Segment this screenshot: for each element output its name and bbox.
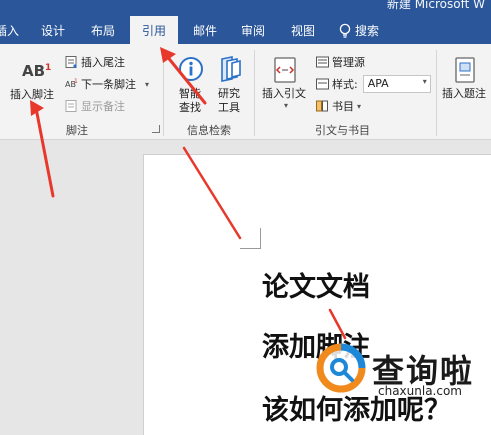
ribbon-tab-bar: 新建 Microsoft W 插入 设计 布局 引用 邮件 审阅 视图 搜索 bbox=[0, 0, 491, 44]
researcher-label: 研究 工具 bbox=[218, 87, 240, 114]
info-icon bbox=[179, 57, 203, 81]
manage-sources-button[interactable]: 管理源 bbox=[316, 54, 365, 70]
chevron-down-icon: ▾ bbox=[357, 101, 362, 111]
insert-endnote-button[interactable]: 插入尾注 bbox=[65, 54, 125, 70]
chevron-down-icon: ▾ bbox=[422, 77, 427, 86]
tab-view[interactable]: 视图 bbox=[280, 18, 326, 44]
insert-caption-label: 插入题注 bbox=[442, 87, 486, 100]
group-separator bbox=[163, 50, 164, 136]
style-icon bbox=[316, 78, 329, 90]
show-notes-button[interactable]: 显示备注 bbox=[65, 98, 125, 114]
endnote-icon bbox=[65, 56, 77, 68]
watermark-logo-icon bbox=[316, 343, 366, 393]
chevron-down-icon: ▾ bbox=[284, 101, 289, 110]
show-notes-icon bbox=[65, 100, 77, 112]
tab-insert[interactable]: 插入 bbox=[0, 18, 22, 44]
window-title: 新建 Microsoft W bbox=[386, 0, 485, 11]
insert-citation-label: 插入引文 bbox=[262, 87, 306, 100]
page-margin-corner-mark bbox=[240, 228, 261, 249]
insert-citation-button[interactable]: 插入引文 ▾ bbox=[260, 54, 312, 118]
insert-footnote-button[interactable]: AB1 插入脚注 bbox=[8, 56, 62, 104]
citation-icon bbox=[274, 57, 296, 83]
footnote-icon: AB1 bbox=[22, 62, 52, 80]
style-value: APA bbox=[367, 77, 389, 90]
tab-mailings[interactable]: 邮件 bbox=[182, 18, 228, 44]
group-separator bbox=[254, 50, 255, 136]
style-selector-row: 样式: APA ▾ bbox=[316, 75, 431, 93]
researcher-icon bbox=[221, 56, 241, 82]
tab-layout[interactable]: 布局 bbox=[80, 18, 126, 44]
tab-review[interactable]: 审阅 bbox=[230, 18, 276, 44]
next-footnote-label: 下一条脚注 bbox=[81, 78, 136, 91]
show-notes-label: 显示备注 bbox=[81, 100, 125, 113]
search-tab-label: 搜索 bbox=[355, 24, 380, 38]
style-dropdown[interactable]: APA ▾ bbox=[362, 75, 431, 93]
dialog-launcher-icon[interactable] bbox=[152, 125, 160, 133]
lightbulb-icon bbox=[339, 23, 351, 38]
chevron-down-icon: ▾ bbox=[145, 79, 150, 89]
footnotes-group-label: 脚注 bbox=[66, 124, 88, 137]
caption-icon bbox=[455, 57, 475, 83]
insert-footnote-label: 插入脚注 bbox=[10, 88, 54, 101]
svg-text:1: 1 bbox=[74, 78, 78, 85]
citations-group-label: 引文与书目 bbox=[315, 124, 370, 137]
smart-lookup-button[interactable]: 智能 查找 bbox=[173, 54, 209, 118]
next-footnote-icon: AB1 bbox=[65, 78, 78, 89]
insert-endnote-label: 插入尾注 bbox=[81, 56, 125, 69]
tab-search[interactable]: 搜索 bbox=[338, 18, 398, 44]
bibliography-button[interactable]: 书目 ▾ bbox=[316, 98, 361, 114]
tab-references[interactable]: 引用 bbox=[130, 16, 178, 44]
next-footnote-button[interactable]: AB 1 下一条脚注 ▾ bbox=[65, 76, 149, 92]
style-label: 样式: bbox=[332, 78, 358, 91]
bibliography-label: 书目 bbox=[332, 100, 354, 113]
research-group-label: 信息检索 bbox=[187, 124, 231, 137]
bibliography-icon bbox=[316, 100, 328, 112]
manage-sources-icon bbox=[316, 56, 329, 68]
watermark-url: chaxunla.com bbox=[378, 384, 462, 398]
insert-caption-button[interactable]: 插入题注 bbox=[438, 54, 491, 118]
tab-design[interactable]: 设计 bbox=[30, 18, 76, 44]
document-line-1[interactable]: 论文文档 bbox=[262, 265, 370, 304]
researcher-button[interactable]: 研究 工具 bbox=[212, 54, 248, 118]
manage-sources-label: 管理源 bbox=[332, 56, 365, 69]
smart-lookup-label: 智能 查找 bbox=[179, 87, 201, 114]
group-separator bbox=[436, 50, 437, 136]
